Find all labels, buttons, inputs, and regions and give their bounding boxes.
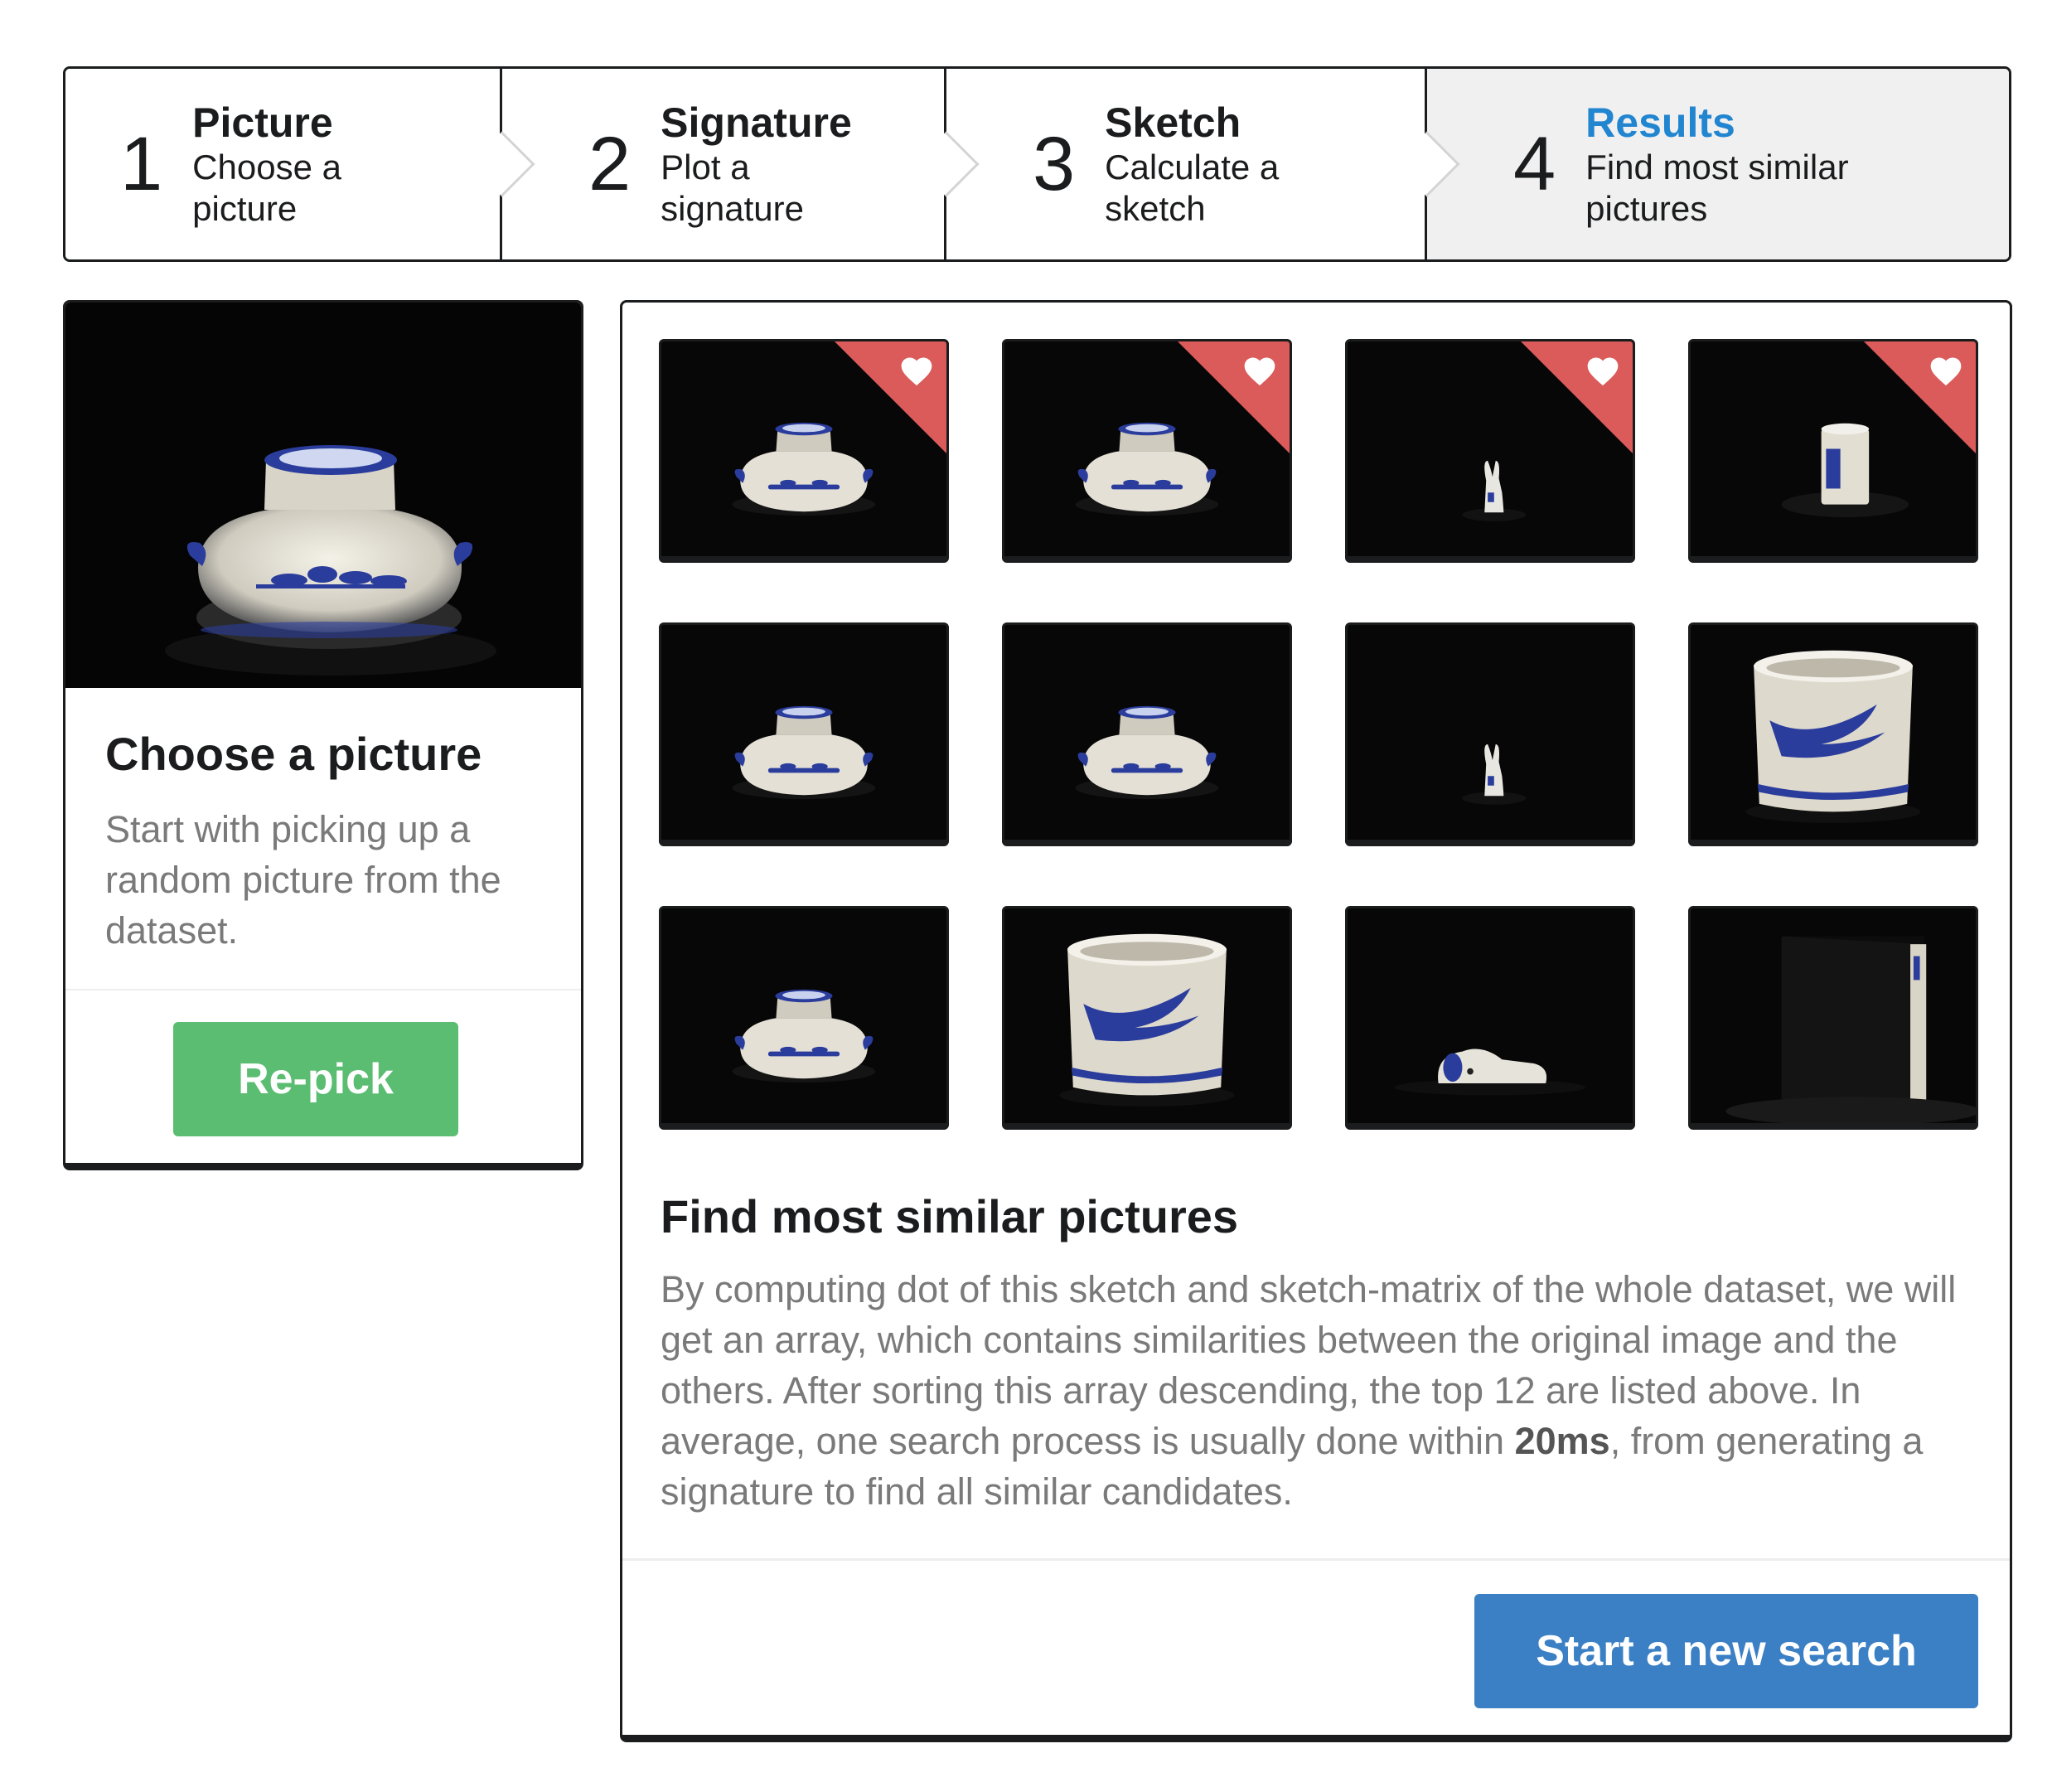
step-number: 4 <box>1513 122 1556 206</box>
step-description: pictures <box>1585 189 1708 228</box>
results-description: By computing dot of this sketch and sket… <box>661 1264 1978 1517</box>
step-title: Sketch <box>1105 99 1241 146</box>
box-image <box>1725 936 1976 1123</box>
step-description: Find most similar <box>1585 148 1849 186</box>
step-description: Plot a <box>661 148 750 186</box>
step-description: Calculate a <box>1105 148 1280 186</box>
steps-bar: 1 Picture Choose a picture 2 Signature P… <box>63 66 2011 262</box>
step-sketch[interactable]: 3 Sketch Calculate a sketch <box>946 69 1460 259</box>
step-description: sketch <box>1105 189 1206 228</box>
heart-icon[interactable] <box>1585 353 1621 390</box>
step-picture[interactable]: 1 Picture Choose a picture <box>65 69 535 259</box>
divider <box>622 1558 2010 1561</box>
step-description: picture <box>192 189 298 228</box>
results-title: Find most similar pictures <box>661 1190 1239 1242</box>
heart-icon[interactable] <box>1241 353 1278 390</box>
step-results[interactable]: 4 Results Find most similar pictures <box>1427 69 2009 259</box>
result-thumbnail[interactable] <box>1002 339 1292 563</box>
rabbit-image <box>1462 743 1527 805</box>
step-signature[interactable]: 2 Signature Plot a signature <box>502 69 980 259</box>
vase-image <box>732 705 876 800</box>
result-thumbnail[interactable] <box>659 622 949 846</box>
new-search-button[interactable]: Start a new search <box>1474 1594 1978 1708</box>
divider <box>65 989 581 990</box>
step-title: Signature <box>661 99 852 146</box>
step-title: Picture <box>192 99 333 146</box>
result-thumbnail[interactable] <box>1002 622 1292 846</box>
mug-large-image <box>1745 650 1921 823</box>
step-description: Choose a <box>192 148 341 186</box>
result-thumbnail[interactable] <box>1345 622 1635 846</box>
results-grid <box>659 339 1978 1130</box>
result-thumbnail[interactable] <box>1002 906 1292 1130</box>
dog-image <box>1394 1049 1586 1096</box>
picture-card: Choose a picture Start with picking up a… <box>63 300 583 1170</box>
result-thumbnail[interactable] <box>659 906 949 1130</box>
vase-image <box>1075 705 1219 800</box>
result-thumbnail[interactable] <box>1688 339 1978 563</box>
step-number: 1 <box>120 122 163 206</box>
step-title: Results <box>1585 99 1735 146</box>
result-thumbnail[interactable] <box>659 339 949 563</box>
heart-icon[interactable] <box>1928 353 1964 390</box>
result-thumbnail[interactable] <box>1688 906 1978 1130</box>
result-thumbnail[interactable] <box>1345 906 1635 1130</box>
result-thumbnail[interactable] <box>1345 339 1635 563</box>
step-number: 3 <box>1033 122 1076 206</box>
step-description: signature <box>661 189 804 228</box>
selected-picture <box>65 303 581 688</box>
card-description: Start with picking up a random picture f… <box>105 808 501 952</box>
vase-image <box>732 989 876 1083</box>
result-thumbnail[interactable] <box>1688 622 1978 846</box>
heart-icon[interactable] <box>898 353 935 390</box>
step-number: 2 <box>588 122 632 206</box>
timing-value: 20ms <box>1514 1420 1610 1462</box>
mug-large-image <box>1059 933 1235 1107</box>
vase-image <box>165 445 496 676</box>
card-title: Choose a picture <box>105 728 482 780</box>
repick-button[interactable]: Re-pick <box>173 1022 458 1136</box>
results-card: Find most similar pictures By computing … <box>620 300 2012 1742</box>
